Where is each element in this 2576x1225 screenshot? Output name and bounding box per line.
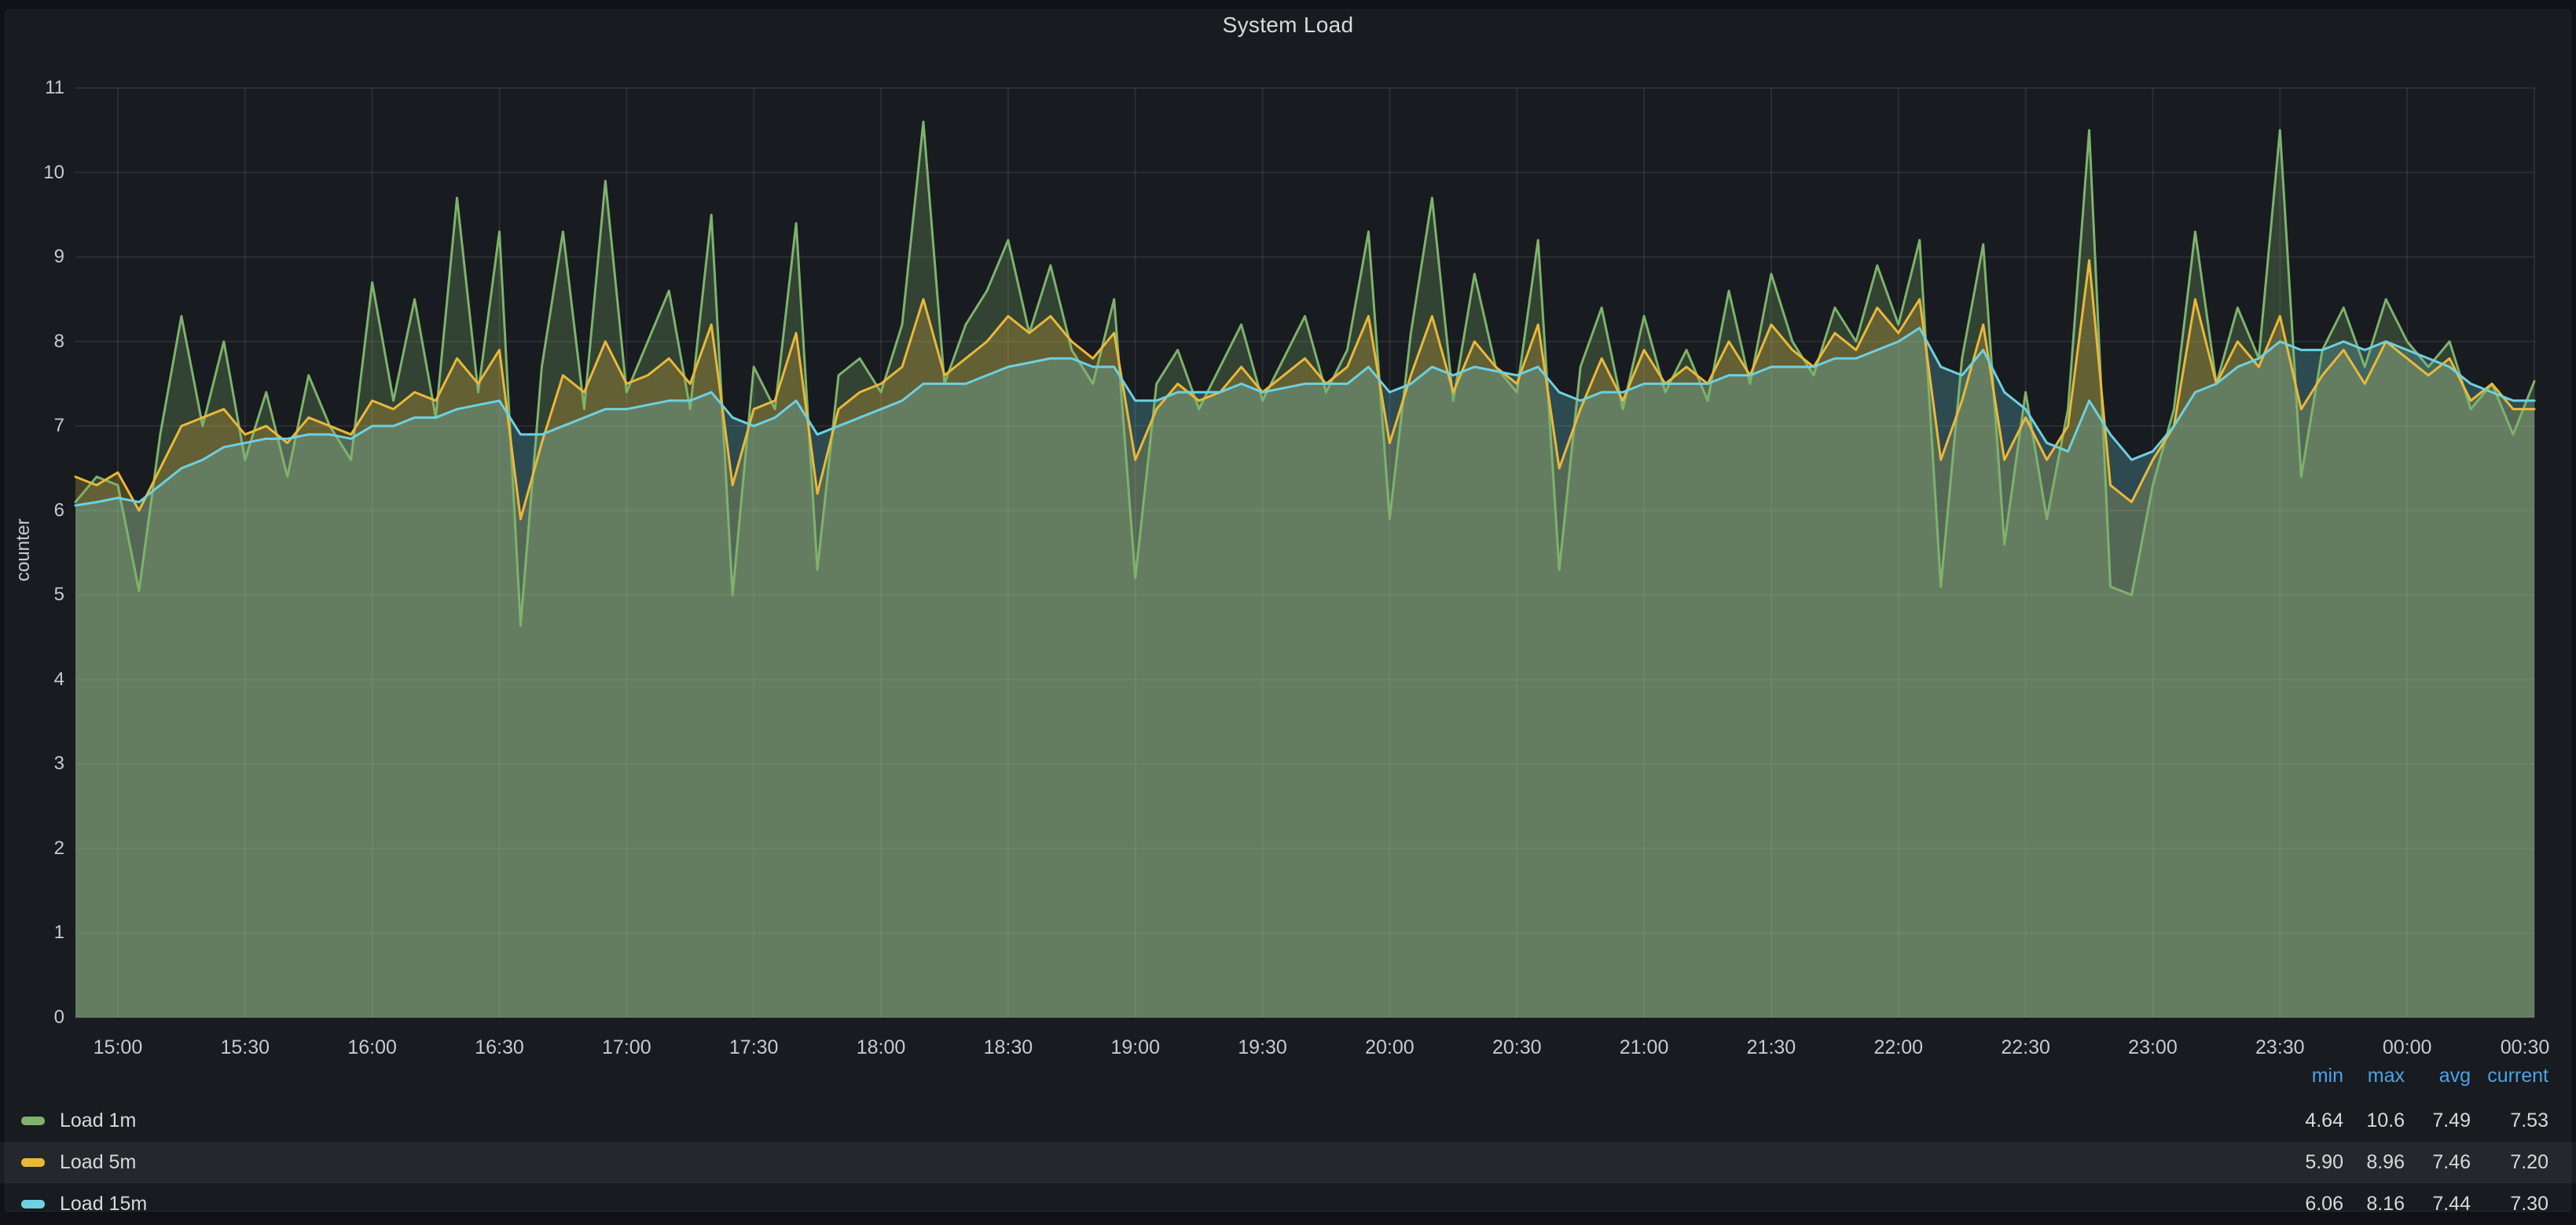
y-tick-label: 8 <box>0 330 64 354</box>
legend: min max avg current Load 1m 4.64 10.6 7.… <box>0 1062 2576 1089</box>
stat-current: 7.30 <box>2438 1183 2548 1225</box>
y-tick-label: 3 <box>0 752 64 776</box>
y-tick-label: 7 <box>0 414 64 438</box>
series-color-swatch[interactable] <box>21 1158 45 1167</box>
legend-row-load-5m[interactable]: Load 5m 5.90 8.96 7.46 7.20 <box>0 1142 2576 1183</box>
series-area-load-15m <box>75 328 2534 1018</box>
y-tick-label: 11 <box>0 76 64 100</box>
x-tick-label: 18:00 <box>830 1036 932 1059</box>
x-tick-label: 17:00 <box>575 1036 677 1059</box>
x-tick-label: 20:00 <box>1338 1036 1440 1059</box>
y-tick-label: 0 <box>0 1006 64 1029</box>
x-tick-label: 23:00 <box>2101 1036 2204 1059</box>
x-tick-label: 21:00 <box>1593 1036 1695 1059</box>
legend-row-load-15m[interactable]: Load 15m 6.06 8.16 7.44 7.30 <box>0 1183 2576 1225</box>
x-tick-label: 19:00 <box>1084 1036 1187 1059</box>
legend-header: min max avg current <box>0 1062 2576 1089</box>
x-tick-label: 22:00 <box>1848 1036 1950 1059</box>
dashboard-root: System Load counter 01234567891011 15:00… <box>0 0 2576 1212</box>
legend-row-load-1m[interactable]: Load 1m 4.64 10.6 7.49 7.53 <box>0 1100 2576 1142</box>
x-tick-label: 16:00 <box>321 1036 424 1059</box>
x-tick-label: 18:30 <box>957 1036 1059 1059</box>
legend-series-label[interactable]: Load 15m <box>60 1183 147 1225</box>
legend-rows: Load 1m 4.64 10.6 7.49 7.53 Load 5m 5.90… <box>0 1100 2576 1225</box>
y-tick-label: 10 <box>0 161 64 185</box>
y-tick-label: 4 <box>0 668 64 691</box>
x-tick-label: 00:30 <box>2474 1036 2576 1059</box>
x-tick-label: 15:30 <box>194 1036 296 1059</box>
y-tick-label: 9 <box>0 245 64 269</box>
x-tick-label: 00:00 <box>2356 1036 2458 1059</box>
x-tick-label: 15:00 <box>67 1036 169 1059</box>
x-tick-label: 19:30 <box>1212 1036 1314 1059</box>
y-tick-label: 6 <box>0 499 64 523</box>
y-tick-label: 2 <box>0 837 64 860</box>
stat-current: 7.20 <box>2438 1142 2548 1183</box>
x-tick-label: 22:30 <box>1975 1036 2077 1059</box>
x-tick-label: 23:30 <box>2229 1036 2331 1059</box>
legend-series-label[interactable]: Load 5m <box>60 1142 136 1183</box>
x-tick-label: 16:30 <box>448 1036 550 1059</box>
x-tick-label: 20:30 <box>1466 1036 1568 1059</box>
legend-sort-current[interactable]: current <box>2438 1062 2548 1089</box>
y-tick-label: 5 <box>0 583 64 607</box>
y-axis-label: counter <box>13 519 35 581</box>
legend-series-label[interactable]: Load 1m <box>60 1100 136 1142</box>
time-series-chart[interactable] <box>0 0 2576 1212</box>
y-tick-label: 1 <box>0 921 64 944</box>
stat-current: 7.53 <box>2438 1100 2548 1142</box>
series-color-swatch[interactable] <box>21 1200 45 1208</box>
x-tick-label: 17:30 <box>703 1036 805 1059</box>
series-color-swatch[interactable] <box>21 1117 45 1125</box>
x-tick-label: 21:30 <box>1720 1036 1822 1059</box>
